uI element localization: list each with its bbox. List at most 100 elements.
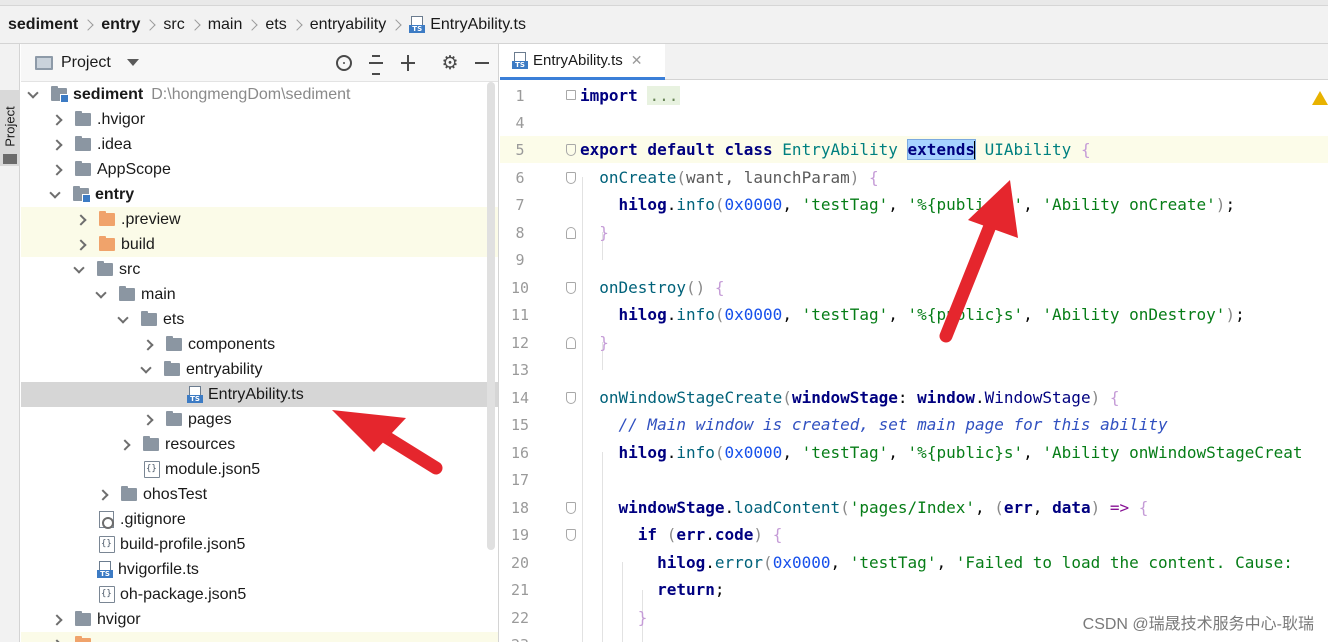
code-line: 10 onDestroy() {: [500, 274, 1328, 301]
code-line: 9: [500, 246, 1328, 273]
fold-open-icon[interactable]: [566, 502, 576, 514]
tree-item-components[interactable]: components: [21, 332, 498, 357]
line-number: 9: [515, 250, 525, 269]
tree-item-module-json5[interactable]: module.json5: [21, 457, 498, 482]
fold-open-icon[interactable]: [566, 392, 576, 404]
breadcrumb-item[interactable]: src: [163, 16, 184, 34]
tree-item-hvigorfile[interactable]: TS hvigorfile.ts: [21, 557, 498, 582]
tree-item-sediment[interactable]: sediment D:\hongmengDom\sediment: [21, 82, 498, 107]
tree-item-entryability[interactable]: entryability: [21, 357, 498, 382]
tree-item-ets[interactable]: ets: [21, 307, 498, 332]
breadcrumb-item[interactable]: ets: [265, 16, 286, 34]
fold-open-icon[interactable]: [566, 529, 576, 541]
line-number: 12: [510, 333, 530, 352]
chevron-right-icon[interactable]: [119, 438, 131, 451]
tree-item-idea[interactable]: .idea: [21, 132, 498, 157]
tree-item-label: ets: [163, 310, 185, 328]
excluded-folder-icon: [99, 211, 115, 226]
folder-icon: [75, 161, 91, 176]
fold-close-icon[interactable]: [566, 227, 576, 239]
code-text: }: [637, 608, 648, 628]
folder-icon: [75, 136, 91, 151]
line-number: 5: [515, 140, 525, 159]
tree-item-appscope[interactable]: AppScope: [21, 157, 498, 182]
fold-close-icon[interactable]: [566, 337, 576, 349]
code-line: 1 import ...: [500, 82, 1328, 109]
chevron-right-icon[interactable]: [51, 163, 63, 176]
fold-open-icon[interactable]: [566, 144, 576, 156]
tree-item-oh-package[interactable]: oh-package.json5: [21, 582, 498, 607]
tree-item-entry[interactable]: entry: [21, 182, 498, 207]
breadcrumb-item[interactable]: sediment: [8, 16, 78, 34]
tree-item-label: main: [141, 285, 176, 303]
tree-item-entryability-ts[interactable]: TS EntryAbility.ts: [21, 382, 498, 407]
code-line: 15 // Main window is created, set main p…: [500, 411, 1328, 438]
gear-icon[interactable]: ⚙: [441, 54, 459, 73]
breadcrumb-label: EntryAbility.ts: [430, 15, 526, 33]
breadcrumb-item[interactable]: entryability: [310, 16, 386, 34]
tree-item-label: module.json5: [165, 460, 261, 478]
json-file-icon: [99, 586, 115, 603]
chevron-right-icon[interactable]: [142, 413, 154, 426]
code-text: return;: [657, 580, 725, 600]
hide-panel-icon[interactable]: [473, 54, 491, 72]
code-text: onWindowStageCreate(windowStage: window.…: [599, 388, 1120, 408]
tree-item-main[interactable]: main: [21, 282, 498, 307]
project-view-selector[interactable]: Project: [61, 54, 111, 72]
chevron-right-icon[interactable]: [75, 238, 87, 251]
tree-item-src[interactable]: src: [21, 257, 498, 282]
chevron-down-icon[interactable]: [117, 311, 129, 324]
tree-item-label: build-profile.json5: [120, 535, 246, 553]
tree-item-resources[interactable]: resources: [21, 432, 498, 457]
breadcrumb-item[interactable]: main: [208, 16, 243, 34]
project-tool-label[interactable]: Project: [0, 90, 20, 162]
json-file-icon: [144, 461, 160, 478]
chevron-right-icon[interactable]: [142, 338, 154, 351]
chevron-down-icon[interactable]: [27, 86, 39, 99]
line-number: 1: [515, 86, 525, 105]
chevron-right-icon[interactable]: [51, 113, 63, 126]
tree-item-hvigor-hidden[interactable]: .hvigor: [21, 107, 498, 132]
tree-item-hvigor[interactable]: hvigor: [21, 607, 498, 632]
chevron-down-icon[interactable]: [140, 361, 152, 374]
tree-item-build-profile[interactable]: build-profile.json5: [21, 532, 498, 557]
expand-all-icon[interactable]: [367, 54, 385, 75]
tab-entryability-ts[interactable]: TS EntryAbility.ts ✕: [500, 44, 665, 80]
chevron-right-icon[interactable]: [97, 488, 109, 501]
tree-item-gitignore[interactable]: .gitignore: [21, 507, 498, 532]
line-number: 16: [510, 443, 530, 462]
folder-icon: [143, 436, 159, 451]
fold-open-icon[interactable]: [566, 282, 576, 294]
close-icon[interactable]: ✕: [631, 53, 643, 69]
chevron-down-icon[interactable]: [73, 261, 85, 274]
code-line: 20 hilog.error(0x0000, 'testTag', 'Faile…: [500, 549, 1328, 576]
chevron-right-icon[interactable]: [51, 138, 63, 151]
tree-item-label: oh-package.json5: [120, 585, 247, 603]
collapse-all-icon[interactable]: [399, 54, 417, 72]
chevron-down-icon[interactable]: [95, 286, 107, 299]
tree-item-partial[interactable]: [21, 632, 498, 642]
chevron-right-icon[interactable]: [51, 613, 63, 626]
chevron-right-icon[interactable]: [75, 213, 87, 226]
chevron-down-icon[interactable]: [49, 186, 61, 199]
fold-open-icon[interactable]: [566, 172, 576, 184]
tree-item-ohostest[interactable]: ohosTest: [21, 482, 498, 507]
code-line: 14 onWindowStageCreate(windowStage: wind…: [500, 384, 1328, 411]
code-line: 18 windowStage.loadContent('pages/Index'…: [500, 494, 1328, 521]
breadcrumb-item-current[interactable]: TS EntryAbility.ts: [409, 16, 526, 34]
tree-item-label: src: [119, 260, 141, 278]
editor-tab-bar: TS EntryAbility.ts ✕: [500, 44, 1328, 80]
locate-icon[interactable]: [335, 54, 353, 72]
tree-item-label: resources: [165, 435, 236, 453]
code-area[interactable]: 1 import ... 4 5 export default class En…: [500, 81, 1328, 642]
chevron-down-icon[interactable]: [126, 59, 139, 66]
line-number: 23: [500, 636, 540, 642]
tree-item-preview[interactable]: .preview: [21, 207, 498, 232]
tree-item-build[interactable]: build: [21, 232, 498, 257]
tree-scrollbar[interactable]: [487, 82, 495, 550]
tree-item-pages[interactable]: pages: [21, 407, 498, 432]
fold-plus-icon[interactable]: [566, 90, 576, 100]
code-text: hilog.info(0x0000, 'testTag', '%{public}…: [618, 305, 1245, 325]
breadcrumb-item[interactable]: entry: [101, 16, 140, 34]
folder-icon: [166, 336, 182, 351]
